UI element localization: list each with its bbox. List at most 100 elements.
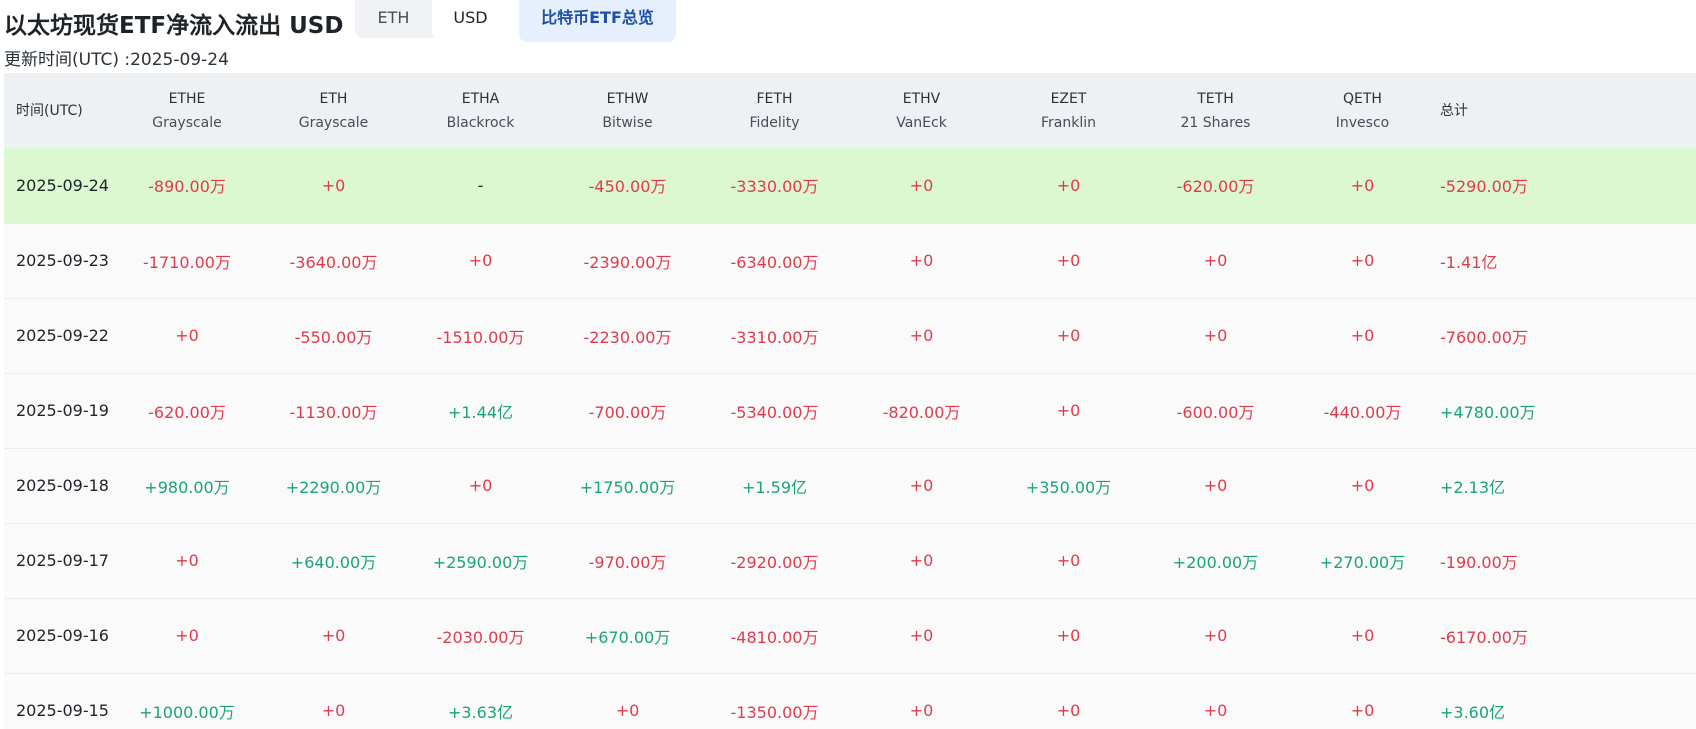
- fund-column-header-eth: ETH Grayscale: [260, 73, 407, 148]
- row-total: -190.00万: [1440, 552, 1518, 572]
- header-bar: 以太坊现货ETF净流入流出 USD ETH USD 比特币ETF总览: [0, 0, 1696, 42]
- flow-cell: -6340.00万: [730, 252, 819, 272]
- flow-cell: +0: [615, 701, 640, 720]
- currency-toggle: ETH USD: [355, 0, 509, 38]
- flow-cell: +0: [909, 251, 934, 270]
- flow-cell: -620.00万: [148, 402, 226, 422]
- flow-cell: -600.00万: [1176, 402, 1255, 422]
- flow-cell: -3640.00万: [289, 252, 378, 272]
- page-title: 以太坊现货ETF净流入流出 USD: [4, 13, 344, 39]
- flow-cell: -820.00万: [882, 402, 961, 422]
- flow-cell: -: [477, 175, 484, 195]
- flow-cell: -890.00万: [148, 177, 226, 197]
- fund-issuer: 21 Shares: [1180, 114, 1251, 131]
- fund-ticker: TETH: [1197, 90, 1234, 107]
- table-row: 2025-09-24 -890.00万 +0 - -450.00万 -3330.00万 +0…: [4, 148, 1696, 223]
- flow-cell: -2390.00万: [583, 252, 672, 272]
- row-total: -6170.00万: [1440, 627, 1528, 647]
- flow-cell: -5340.00万: [730, 402, 819, 422]
- fund-column-header-ethw: ETHW Bitwise: [554, 73, 701, 148]
- flow-cell: +640.00万: [290, 552, 377, 572]
- flow-cell: -4810.00万: [730, 627, 819, 647]
- row-date: 2025-09-18: [16, 476, 109, 495]
- fund-issuer: Blackrock: [446, 114, 515, 131]
- flow-cell: +1750.00万: [579, 477, 676, 497]
- flow-cell: +0: [175, 551, 199, 570]
- row-date: 2025-09-19: [16, 401, 109, 420]
- fund-ticker: ETHV: [902, 90, 941, 107]
- flow-cell: +200.00万: [1172, 552, 1259, 572]
- flow-cell: -1710.00万: [143, 252, 231, 272]
- flow-cell: -620.00万: [1176, 177, 1255, 197]
- flow-cell: +0: [1350, 326, 1375, 345]
- flow-cell: -1130.00万: [289, 402, 378, 422]
- flow-cell: +0: [909, 326, 934, 345]
- fund-ticker: ETH: [319, 90, 348, 107]
- flow-cell: +980.00万: [144, 477, 230, 497]
- flow-cell: -1350.00万: [730, 702, 819, 722]
- flow-cell: +0: [909, 551, 934, 570]
- flow-cell: +0: [1203, 701, 1228, 720]
- flow-cell: +0: [909, 175, 934, 195]
- fund-column-header-ethe: ETHE Grayscale: [114, 73, 260, 148]
- flow-cell: +0: [321, 701, 346, 720]
- flow-cell: -1510.00万: [436, 327, 525, 347]
- fund-column-header-ezet: EZET Franklin: [995, 73, 1142, 148]
- flow-cell: +1.44亿: [447, 402, 514, 422]
- row-total: -5290.00万: [1440, 177, 1528, 197]
- flow-cell: -440.00万: [1323, 402, 1402, 422]
- row-date: 2025-09-22: [16, 326, 109, 345]
- flow-cell: +0: [1056, 701, 1081, 720]
- btc-etf-overview-button[interactable]: 比特币ETF总览: [519, 0, 676, 42]
- flow-cell: +0: [1350, 626, 1375, 645]
- row-total: -7600.00万: [1440, 327, 1528, 347]
- flow-cell: +0: [1056, 551, 1081, 570]
- flow-cell: +0: [1056, 251, 1081, 270]
- row-date: 2025-09-24: [16, 175, 109, 195]
- table-header-row: 时间(UTC) ETHE Grayscale ETH Grayscale ETHA Bla…: [4, 73, 1696, 148]
- row-total: +4780.00万: [1440, 402, 1536, 422]
- fund-issuer: Invesco: [1335, 114, 1390, 131]
- table-row: 2025-09-18 +980.00万 +2290.00万 +0 +1750.00万 +1…: [4, 448, 1696, 523]
- flow-cell: +0: [1203, 626, 1228, 645]
- flow-cell: +0: [1056, 175, 1081, 195]
- table-row: 2025-09-15 +1000.00万 +0 +3.63亿 +0 -1350.00万 +0…: [4, 673, 1696, 729]
- flow-cell: +0: [1350, 251, 1375, 270]
- flow-cell: +0: [1203, 476, 1228, 495]
- fund-issuer: Grayscale: [152, 114, 222, 131]
- row-date: 2025-09-23: [16, 251, 109, 270]
- time-column-header: 时间(UTC): [16, 102, 83, 119]
- flow-cell: +0: [909, 701, 934, 720]
- row-date: 2025-09-16: [16, 626, 109, 645]
- fund-issuer: Franklin: [1040, 114, 1096, 131]
- flow-cell: +350.00万: [1025, 477, 1112, 497]
- fund-column-header-teth: TETH 21 Shares: [1142, 73, 1289, 148]
- flow-cell: +0: [1056, 626, 1081, 645]
- table-row: 2025-09-23 -1710.00万 -3640.00万 +0 -2390.00万 -…: [4, 223, 1696, 298]
- flow-cell: -2030.00万: [436, 627, 525, 647]
- fund-issuer: Bitwise: [602, 114, 653, 131]
- fund-ticker: EZET: [1050, 90, 1087, 107]
- page: 以太坊现货ETF净流入流出 USD ETH USD 比特币ETF总览 更新时间(…: [0, 0, 1696, 729]
- flow-cell: +0: [909, 476, 934, 495]
- fund-ticker: ETHA: [461, 90, 500, 107]
- row-date: 2025-09-15: [16, 701, 109, 720]
- flow-cell: +0: [1350, 175, 1375, 195]
- flow-cell: -2920.00万: [730, 552, 819, 572]
- flow-cell: +0: [1203, 326, 1228, 345]
- fund-ticker: QETH: [1343, 90, 1382, 107]
- flow-cell: +1000.00万: [139, 702, 235, 722]
- flow-cell: +0: [1056, 401, 1081, 420]
- total-column-header: 总计: [1440, 102, 1468, 119]
- eth-toggle-button[interactable]: ETH: [355, 0, 432, 38]
- flow-cell: -550.00万: [294, 327, 373, 347]
- flow-cell: -970.00万: [588, 552, 667, 572]
- row-date: 2025-09-17: [16, 551, 109, 570]
- flow-cell: +3.63亿: [447, 702, 514, 722]
- fund-column-header-qeth: QETH Invesco: [1289, 73, 1436, 148]
- table-row: 2025-09-19 -620.00万 -1130.00万 +1.44亿 -700.00…: [4, 373, 1696, 448]
- flow-cell: +0: [1056, 326, 1081, 345]
- row-total: +3.60亿: [1440, 702, 1506, 722]
- fund-column-header-feth: FETH Fidelity: [701, 73, 848, 148]
- usd-toggle-button[interactable]: USD: [432, 0, 509, 38]
